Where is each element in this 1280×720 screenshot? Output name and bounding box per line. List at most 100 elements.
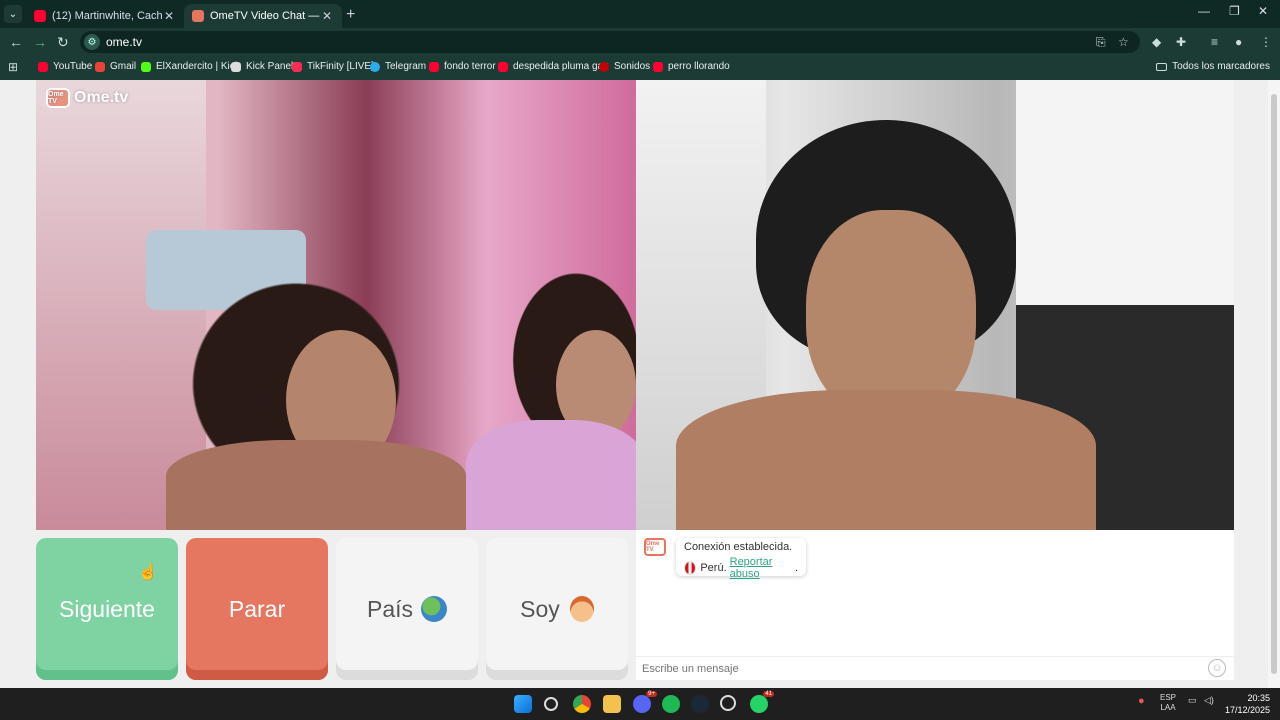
chrome-icon[interactable]: [573, 695, 591, 713]
bookmarks-bar: ⊞ YouTube Gmail ElXandercito | Kick Kick…: [0, 56, 1280, 80]
microphone-icon[interactable]: ●: [1138, 695, 1145, 707]
system-message: Conexión establecida. Perú. Reportar abu…: [676, 538, 806, 580]
kick-panel-icon: [231, 61, 241, 72]
search-icon[interactable]: [544, 697, 558, 711]
emoji-picker-icon[interactable]: ☺: [1208, 659, 1226, 677]
stranger-video: Ome TV Ome.tv: [36, 80, 636, 530]
close-window-button[interactable]: ✕: [1258, 4, 1268, 18]
scrollbar-thumb[interactable]: [1271, 94, 1277, 674]
bookmark-label: perro llorando: [668, 61, 730, 72]
message-input[interactable]: [642, 661, 1202, 677]
profile-avatar-icon[interactable]: ●: [1235, 35, 1242, 49]
close-tab-icon[interactable]: ✕: [162, 9, 176, 23]
bookmark-kick-panel[interactable]: Kick Panel: [231, 61, 293, 72]
report-suffix: .: [794, 562, 798, 574]
person-right-body: [466, 420, 636, 530]
back-button[interactable]: ←: [9, 34, 23, 50]
self-video: [636, 80, 1234, 530]
next-button[interactable]: Siguiente: [36, 538, 178, 680]
date-text: 17/12/2025: [1224, 705, 1270, 715]
steam-icon[interactable]: [691, 695, 709, 713]
tab-title: (12) Martinwhite, Cachirula, Sa: [52, 10, 162, 22]
obs-icon[interactable]: [720, 695, 736, 711]
url-text[interactable]: ome.tv: [106, 35, 142, 49]
ometv-chat-icon: Ome TV: [644, 538, 666, 556]
chat-input-row: ☺: [636, 656, 1234, 680]
bookmark-label: fondo terror: [444, 61, 496, 72]
minimize-button[interactable]: —: [1198, 4, 1210, 18]
person-left-body: [166, 440, 466, 530]
site-info-icon[interactable]: ⚙: [84, 34, 100, 50]
telegram-icon: [370, 61, 380, 72]
bookmark-kick[interactable]: ElXandercito | Kick: [141, 61, 240, 72]
bookmark-youtube[interactable]: YouTube: [38, 61, 92, 72]
chat-panel: Ome TV Conexión establecida. Perú. Repor…: [636, 530, 1234, 680]
restore-button[interactable]: ❐: [1229, 4, 1240, 18]
tikfinity-icon: [292, 61, 302, 72]
all-bookmarks-button[interactable]: Todos los marcadores: [1156, 61, 1270, 72]
youtube-icon: [498, 61, 508, 72]
person-face: [806, 210, 976, 420]
bookmark-label: Kick Panel: [246, 61, 294, 72]
extensions-puzzle-icon[interactable]: ✚: [1176, 35, 1186, 49]
windows-start-icon[interactable]: [514, 695, 532, 713]
forward-button[interactable]: →: [33, 34, 47, 50]
hand-cursor-icon: ☝: [138, 564, 158, 581]
address-bar[interactable]: ⚙ ome.tv: [80, 31, 1140, 53]
report-abuse-link[interactable]: Reportar abuso: [730, 556, 795, 580]
person-torso: [676, 390, 1096, 530]
next-label: Siguiente: [59, 595, 155, 622]
file-explorer-icon[interactable]: [603, 695, 621, 713]
clock[interactable]: 20:35 17/12/2025: [1225, 692, 1270, 716]
country-text: Perú.: [700, 562, 727, 574]
tv-icon: Ome TV: [46, 88, 70, 108]
globe-icon: [421, 596, 448, 622]
sonidos-icon: [599, 61, 609, 72]
peru-flag-icon: [684, 561, 697, 575]
install-app-icon[interactable]: ⎘: [1096, 35, 1106, 50]
tab-ometv[interactable]: OmeTV Video Chat — Ome ✕: [184, 4, 342, 28]
bookmark-tikfinity[interactable]: TikFinity [LIVE]: [292, 61, 374, 72]
tab-strip: ⌄ (12) Martinwhite, Cachirula, Sa ✕ OmeT…: [0, 0, 1280, 28]
spotify-icon[interactable]: [662, 695, 680, 713]
gender-button[interactable]: Soy: [486, 538, 628, 680]
discord-icon[interactable]: 9+: [633, 691, 657, 713]
tab-search-button[interactable]: ⌄: [4, 5, 22, 23]
bookmark-fondo-terror[interactable]: fondo terror: [429, 61, 496, 72]
close-tab-icon[interactable]: ✕: [320, 9, 334, 23]
tab-youtube[interactable]: (12) Martinwhite, Cachirula, Sa ✕: [26, 4, 184, 28]
bookmark-star-icon[interactable]: ☆: [1118, 35, 1129, 49]
network-icon[interactable]: ▭: [1188, 695, 1197, 706]
apps-grid-icon[interactable]: ⊞: [8, 60, 18, 74]
media-control-icon[interactable]: ≡: [1211, 35, 1218, 49]
gmail-icon: [95, 61, 105, 72]
bookmark-label: Telegram: [385, 61, 427, 72]
whatsapp-badge: 41: [763, 691, 774, 697]
language-text: ESP: [1160, 693, 1177, 702]
whatsapp-icon[interactable]: 41: [750, 691, 774, 713]
bookmark-telegram[interactable]: Telegram: [370, 61, 426, 72]
language-indicator[interactable]: ESP LAA: [1160, 693, 1176, 713]
page-scrollbar[interactable]: [1268, 80, 1280, 688]
stop-button[interactable]: Parar: [186, 538, 328, 680]
volume-icon[interactable]: ◁): [1204, 695, 1214, 706]
discord-badge: 9+: [646, 691, 657, 697]
youtube-icon: [653, 61, 663, 72]
kick-icon: [141, 61, 151, 72]
ometv-watermark: Ome TV Ome.tv: [46, 88, 128, 108]
gender-label: Soy: [520, 595, 560, 622]
country-button[interactable]: País: [336, 538, 478, 680]
bookmark-label: despedida pluma gay: [513, 61, 609, 72]
new-tab-button[interactable]: +: [346, 6, 355, 24]
extension-icon[interactable]: ◆: [1152, 35, 1161, 49]
bookmark-perro-llorando[interactable]: perro llorando: [653, 61, 730, 72]
bookmark-sonidos[interactable]: Sonidos: [599, 61, 650, 72]
bookmark-despedida[interactable]: despedida pluma gay: [498, 61, 608, 72]
bookmark-gmail[interactable]: Gmail: [95, 61, 136, 72]
reload-button[interactable]: ↻: [57, 34, 69, 51]
bookmark-label: Sonidos: [614, 61, 651, 72]
connection-text: Conexión establecida.: [684, 541, 793, 553]
menu-kebab-icon[interactable]: ⋮: [1260, 35, 1272, 49]
youtube-icon: [38, 61, 48, 72]
logo-text: Ome.tv: [74, 89, 129, 106]
